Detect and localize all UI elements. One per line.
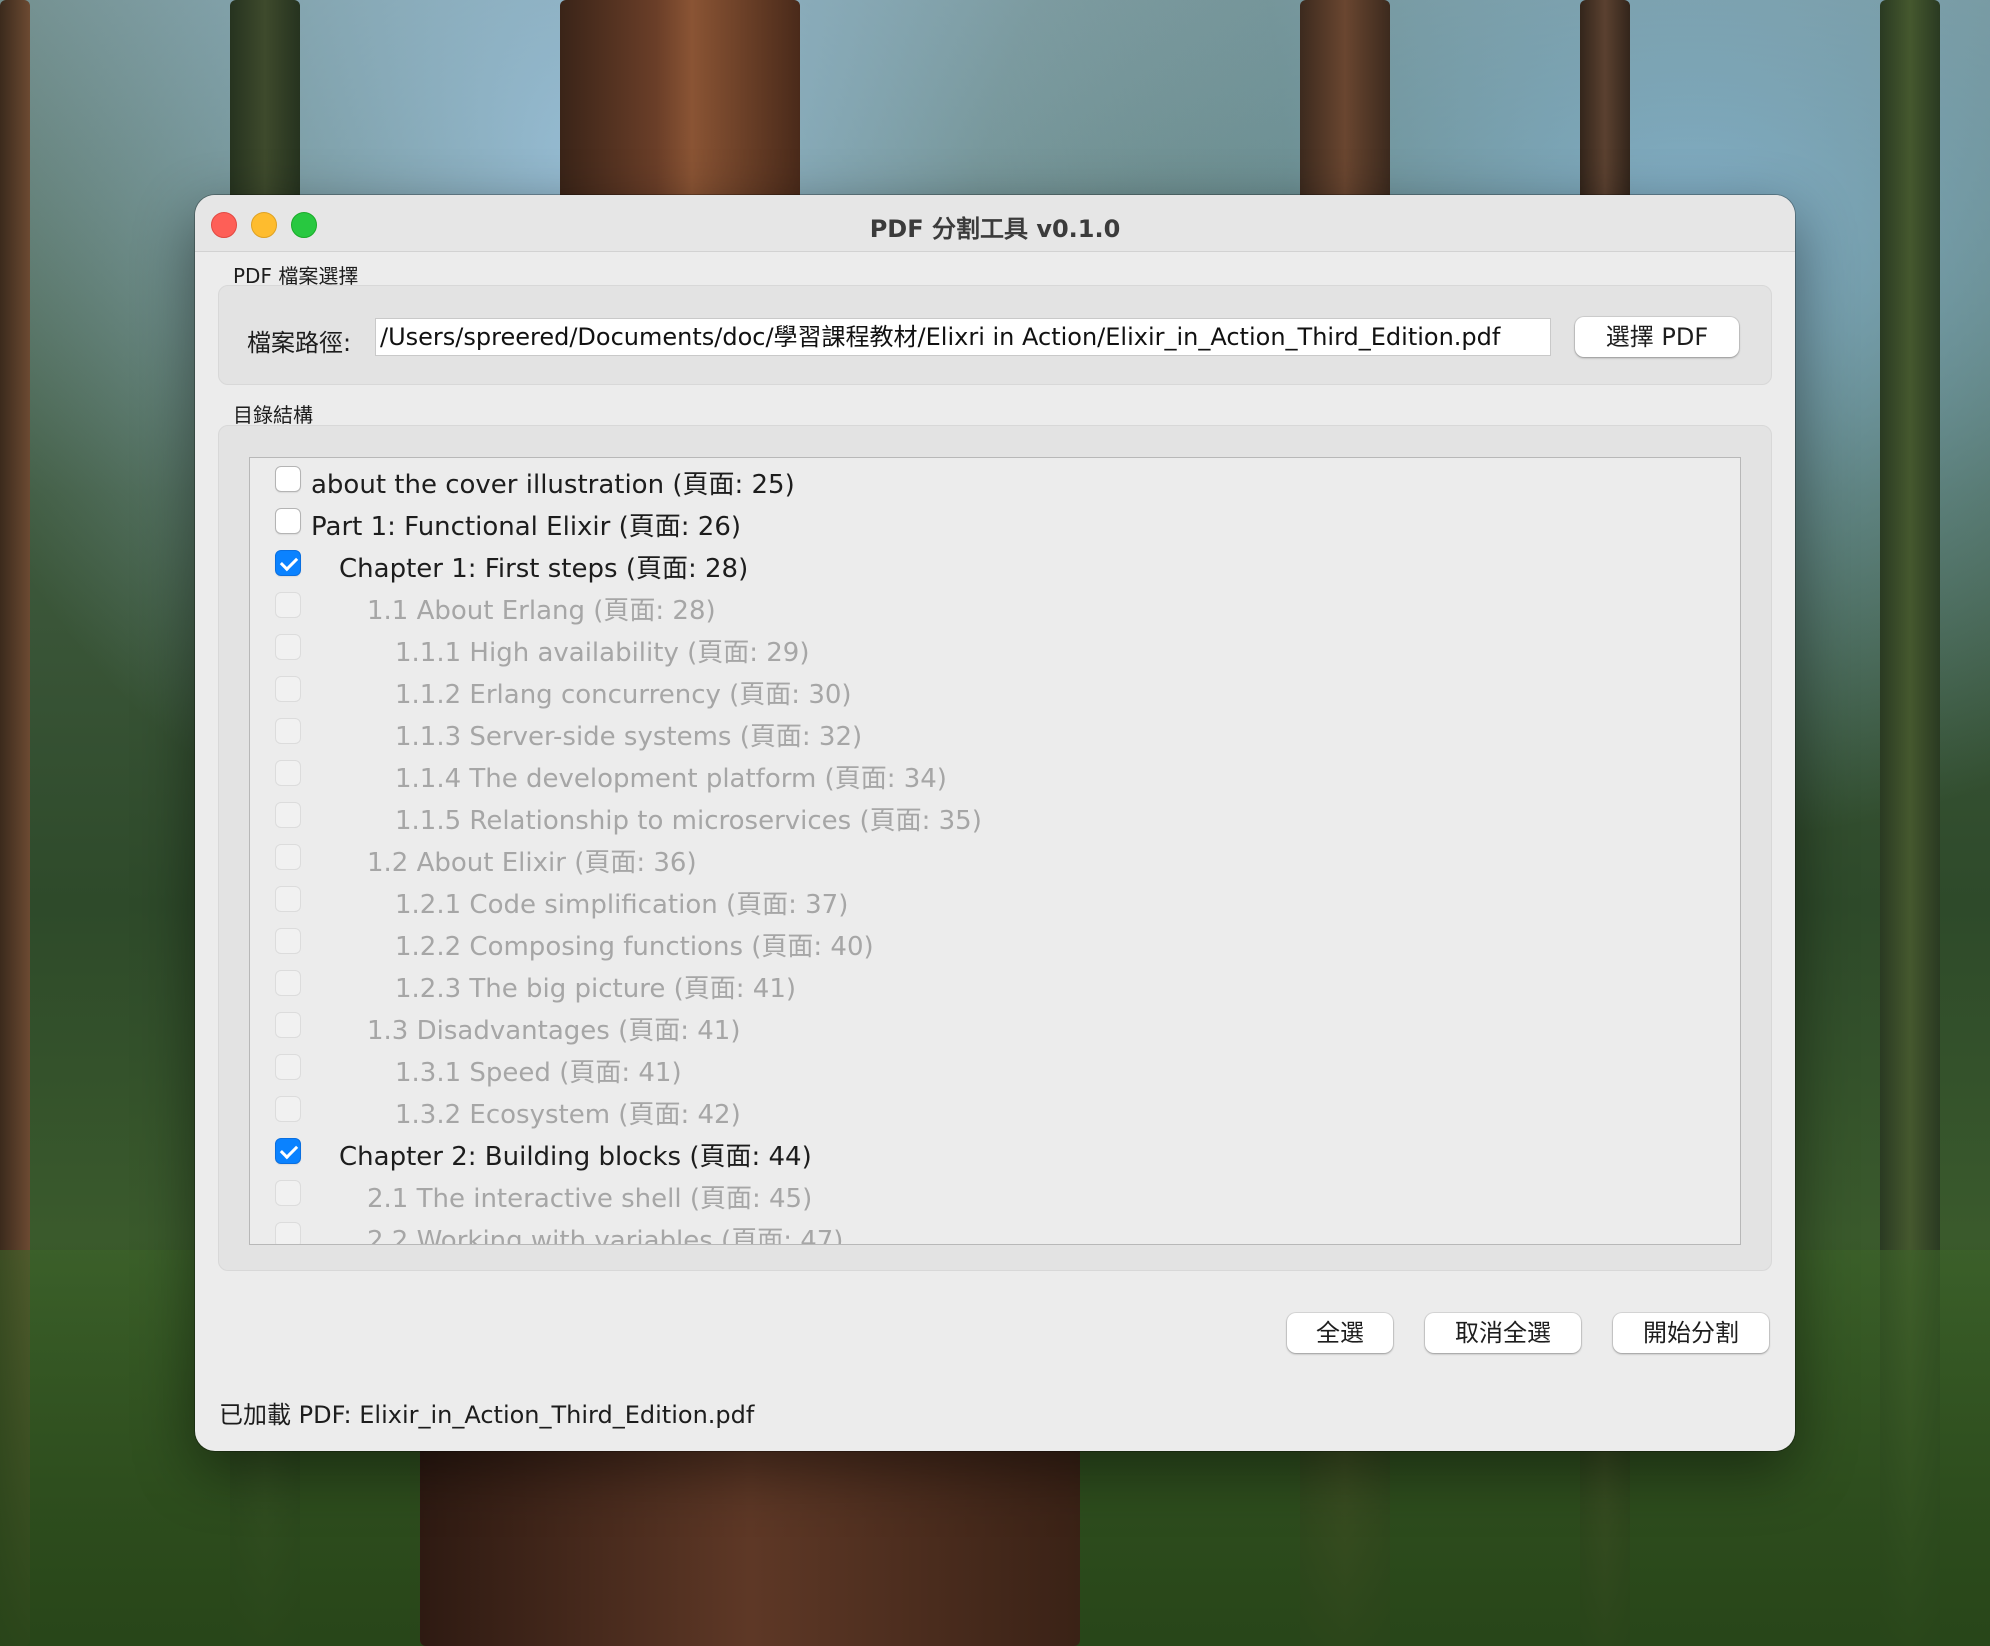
toc-item: 2.2 Working with variables (頁面: 47) (250, 1214, 1740, 1245)
toc-item-checkbox (275, 1054, 301, 1080)
toc-item-label: 2.1 The interactive shell (頁面: 45) (367, 1184, 813, 1214)
toc-item-checkbox (275, 1180, 301, 1206)
toc-item-label: 2.2 Working with variables (頁面: 47) (367, 1226, 844, 1245)
toc-item-checkbox (275, 1096, 301, 1122)
toc-section-label: 目錄結構 (233, 403, 313, 427)
toc-item: 1.3.2 Ecosystem (頁面: 42) (250, 1088, 1740, 1130)
toc-item-checkbox (275, 760, 301, 786)
toc-item-label: 1.2.3 The big picture (頁面: 41) (395, 974, 797, 1004)
toc-item-label: Chapter 2: Building blocks (頁面: 44) (339, 1142, 812, 1172)
toc-item: 2.1 The interactive shell (頁面: 45) (250, 1172, 1740, 1214)
toc-item-checkbox (275, 802, 301, 828)
toc-item-checkbox (275, 886, 301, 912)
toc-item[interactable]: Chapter 2: Building blocks (頁面: 44) (250, 1130, 1740, 1172)
status-text: 已加載 PDF: Elixir_in_Action_Third_Edition.… (219, 1401, 755, 1429)
toc-tree-list[interactable]: about the cover illustration (頁面: 25) Par… (249, 457, 1741, 1245)
toc-item-checkbox (275, 676, 301, 702)
toc-item-checkbox[interactable] (275, 1138, 301, 1164)
toc-item-label: 1.1.2 Erlang concurrency (頁面: 30) (395, 680, 852, 710)
toc-item-checkbox (275, 634, 301, 660)
toc-item: 1.2 About Elixir (頁面: 36) (250, 836, 1740, 878)
select-all-button[interactable]: 全選 (1287, 1313, 1393, 1353)
toc-item-label: 1.2 About Elixir (頁面: 36) (367, 848, 697, 878)
toc-item-label: 1.1.3 Server-side systems (頁面: 32) (395, 722, 863, 752)
toc-item-label: about the cover illustration (頁面: 25) (311, 470, 795, 500)
toc-item-label: 1.2.1 Code simplification (頁面: 37) (395, 890, 849, 920)
toc-item[interactable]: Part 1: Functional Elixir (頁面: 26) (250, 500, 1740, 542)
choose-pdf-button[interactable]: 選擇 PDF (1575, 317, 1739, 357)
toc-item-checkbox (275, 718, 301, 744)
toc-item: 1.1.4 The development platform (頁面: 34) (250, 752, 1740, 794)
toc-item-label: 1.1 About Erlang (頁面: 28) (367, 596, 716, 626)
toc-item: 1.1 About Erlang (頁面: 28) (250, 584, 1740, 626)
toc-item-label: 1.2.2 Composing functions (頁面: 40) (395, 932, 874, 962)
toc-item-checkbox (275, 928, 301, 954)
toc-item-checkbox[interactable] (275, 550, 301, 576)
window-title: PDF 分割工具 v0.1.0 (869, 215, 1121, 243)
toc-item: 1.3 Disadvantages (頁面: 41) (250, 1004, 1740, 1046)
toc-item-checkbox (275, 1222, 301, 1244)
deselect-all-button[interactable]: 取消全選 (1425, 1313, 1581, 1353)
path-label: 檔案路徑: (247, 329, 352, 357)
toc-item-checkbox (275, 1012, 301, 1038)
toc-item: 1.3.1 Speed (頁面: 41) (250, 1046, 1740, 1088)
toc-item-label: 1.3 Disadvantages (頁面: 41) (367, 1016, 741, 1046)
toc-item-label: Chapter 1: First steps (頁面: 28) (339, 554, 749, 584)
toc-item-label: 1.3.1 Speed (頁面: 41) (395, 1058, 682, 1088)
toc-item-label: Part 1: Functional Elixir (頁面: 26) (311, 512, 742, 542)
toc-item: 1.2.2 Composing functions (頁面: 40) (250, 920, 1740, 962)
toc-item-checkbox (275, 592, 301, 618)
toc-item-checkbox (275, 844, 301, 870)
toc-item-checkbox[interactable] (275, 508, 301, 534)
toc-item-label: 1.1.4 The development platform (頁面: 34) (395, 764, 947, 794)
toc-item-label: 1.3.2 Ecosystem (頁面: 42) (395, 1100, 741, 1130)
toc-item-checkbox[interactable] (275, 466, 301, 492)
toc-item: 1.1.5 Relationship to microservices (頁面:… (250, 794, 1740, 836)
toc-item[interactable]: Chapter 1: First steps (頁面: 28) (250, 542, 1740, 584)
toc-item-label: 1.1.1 High availability (頁面: 29) (395, 638, 810, 668)
app-window: PDF 分割工具 v0.1.0 PDF 檔案選擇 檔案路徑: /Users/sp… (195, 195, 1795, 1451)
toc-item: 1.1.3 Server-side systems (頁面: 32) (250, 710, 1740, 752)
toc-item-label: 1.1.5 Relationship to microservices (頁面:… (395, 806, 982, 836)
toc-item: 1.1.1 High availability (頁面: 29) (250, 626, 1740, 668)
path-field[interactable]: /Users/spreered/Documents/doc/學習課程教材/Eli… (375, 318, 1551, 356)
toc-item: 1.2.1 Code simplification (頁面: 37) (250, 878, 1740, 920)
toc-item-checkbox (275, 970, 301, 996)
toc-item: 1.2.3 The big picture (頁面: 41) (250, 962, 1740, 1004)
start-split-button[interactable]: 開始分割 (1613, 1313, 1769, 1353)
toc-item: 1.1.2 Erlang concurrency (頁面: 30) (250, 668, 1740, 710)
title-bar[interactable]: PDF 分割工具 v0.1.0 (195, 195, 1795, 252)
toc-item[interactable]: about the cover illustration (頁面: 25) (250, 458, 1740, 500)
